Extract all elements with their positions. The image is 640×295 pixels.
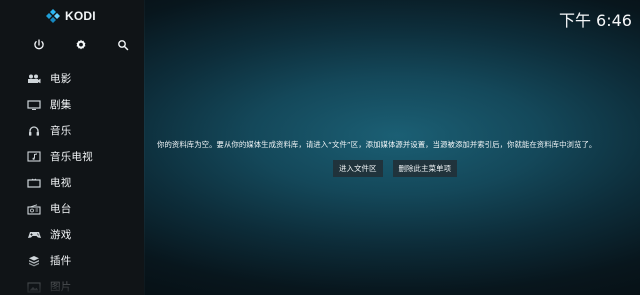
tv-icon [25, 177, 43, 189]
empty-library-message: 你的资料库为空。要从你的媒体生成资料库，请进入“文件”区，添加媒体源并设置，当源… [157, 140, 597, 149]
sidebar-item-pictures[interactable]: 图片 [0, 274, 144, 295]
sidebar-item-music-videos[interactable]: 音乐电视 [0, 144, 144, 170]
sidebar-item-movies[interactable]: 电影 [0, 66, 144, 92]
gear-icon[interactable] [72, 37, 90, 53]
clock: 下午 6:46 [558, 11, 632, 30]
sidebar-item-label: 游戏 [50, 228, 72, 241]
kodi-logo: KODI [46, 8, 96, 24]
enter-files-button[interactable]: 进入文件区 [333, 160, 383, 177]
sidebar-item-label: 剧集 [50, 98, 72, 111]
movie-icon [25, 73, 43, 85]
sidebar-item-radio[interactable]: 电台 [0, 196, 144, 222]
sidebar-item-label: 电影 [50, 72, 72, 85]
sidebar-item-tv-shows[interactable]: 剧集 [0, 92, 144, 118]
main-menu: 电影 剧集 音乐 音乐电视 电视 电台 游戏 插件 图片 [0, 66, 144, 295]
sidebar-item-music[interactable]: 音乐 [0, 118, 144, 144]
remove-main-menu-item-button[interactable]: 删除此主菜单项 [392, 160, 457, 177]
sidebar-item-label: 插件 [50, 254, 72, 267]
power-icon[interactable] [30, 37, 48, 53]
music-video-icon [25, 151, 43, 163]
sidebar-item-games[interactable]: 游戏 [0, 222, 144, 248]
sidebar-item-label: 音乐电视 [50, 150, 93, 163]
sidebar-item-label: 电视 [50, 176, 72, 189]
sidebar-item-addons[interactable]: 插件 [0, 248, 144, 274]
picture-icon [25, 281, 43, 293]
gamepad-icon [25, 229, 43, 241]
radio-icon [25, 203, 43, 215]
headphones-icon [25, 125, 43, 137]
app-name: KODI [65, 9, 96, 23]
sidebar: KODI 电影 剧集 音乐 音乐电视 电视 电台 游戏 插件 图片 [0, 0, 144, 295]
kodi-home-screen: KODI 电影 剧集 音乐 音乐电视 电视 电台 游戏 插件 图片 下午 6:4… [0, 0, 640, 295]
addon-icon [25, 255, 43, 267]
search-icon[interactable] [114, 37, 132, 53]
top-actions [30, 37, 132, 53]
sidebar-item-label: 音乐 [50, 124, 72, 137]
empty-library-actions: 进入文件区 删除此主菜单项 [333, 160, 457, 177]
sidebar-item-label: 电台 [50, 202, 72, 215]
tv-show-icon [25, 99, 43, 111]
sidebar-item-tv[interactable]: 电视 [0, 170, 144, 196]
sidebar-item-label: 图片 [50, 280, 72, 293]
kodi-logo-icon [46, 9, 60, 23]
